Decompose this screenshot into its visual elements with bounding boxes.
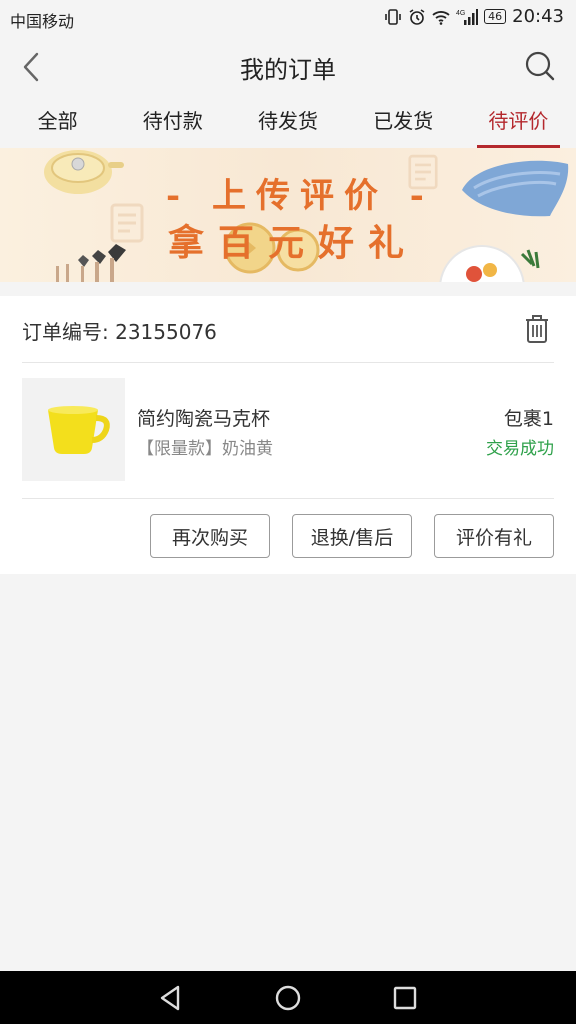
review-promo-banner[interactable]: - 上传评价 - 拿百元好礼 [0, 148, 576, 282]
mug-icon [48, 406, 110, 454]
nav-home-icon[interactable] [273, 983, 303, 1013]
tab-shipped[interactable]: 已发货 [346, 98, 461, 148]
nav-recents-icon[interactable] [390, 983, 420, 1013]
order-number: 订单编号: 23155076 [22, 320, 217, 344]
status-bar: 中国移动 4G 46 20:43 [0, 0, 576, 36]
trash-icon[interactable] [524, 314, 550, 344]
nav-back-icon[interactable] [156, 983, 186, 1013]
battery-indicator: 46 [484, 9, 507, 24]
order-tabs: 全部 待付款 待发货 已发货 待评价 [0, 98, 576, 148]
search-icon[interactable] [524, 50, 556, 82]
order-actions: 再次购买 退换/售后 评价有礼 [150, 514, 554, 558]
makeup-brushes-illustration [56, 244, 126, 282]
product-name: 简约陶瓷马克杯 [137, 408, 271, 430]
pot-illustration [44, 150, 124, 194]
product-spec: 【限量款】奶油黄 [137, 439, 273, 459]
order-header: 订单编号: 23155076 [22, 296, 554, 363]
product-thumbnail[interactable] [22, 378, 125, 481]
system-nav-bar [0, 971, 576, 1024]
vibrate-icon [385, 8, 401, 25]
signal-icon: 4G [456, 8, 479, 25]
order-status: 交易成功 [486, 439, 554, 459]
page-title: 我的订单 [240, 56, 336, 84]
status-icons: 4G 46 20:43 [384, 6, 564, 27]
pillow-illustration [462, 160, 569, 217]
svg-text:4G: 4G [456, 10, 465, 17]
food-plate-illustration [439, 245, 540, 282]
banner-headline: - 上传评价 - [166, 176, 434, 216]
wifi-icon [432, 10, 450, 25]
review-reward-button[interactable]: 评价有礼 [434, 514, 554, 558]
tab-all[interactable]: 全部 [0, 98, 115, 148]
return-service-button[interactable]: 退换/售后 [292, 514, 412, 558]
rebuy-button[interactable]: 再次购买 [150, 514, 270, 558]
clock: 20:43 [512, 6, 564, 27]
package-label: 包裹1 [503, 408, 554, 430]
alarm-icon [409, 8, 425, 25]
tab-pending-review[interactable]: 待评价 [461, 98, 576, 148]
order-item[interactable]: 简约陶瓷马克杯 【限量款】奶油黄 包裹1 交易成功 [22, 362, 554, 499]
app-header: 我的订单 [0, 36, 576, 98]
banner-subheadline: 拿百元好礼 [168, 222, 419, 264]
order-card: 订单编号: 23155076 简约陶瓷马克杯 【限量款】奶油黄 包裹1 交易成功… [0, 296, 576, 574]
tab-pending-payment[interactable]: 待付款 [115, 98, 230, 148]
tab-pending-shipment[interactable]: 待发货 [230, 98, 345, 148]
carrier-name: 中国移动 [10, 12, 75, 31]
receipt-icon [110, 203, 144, 243]
